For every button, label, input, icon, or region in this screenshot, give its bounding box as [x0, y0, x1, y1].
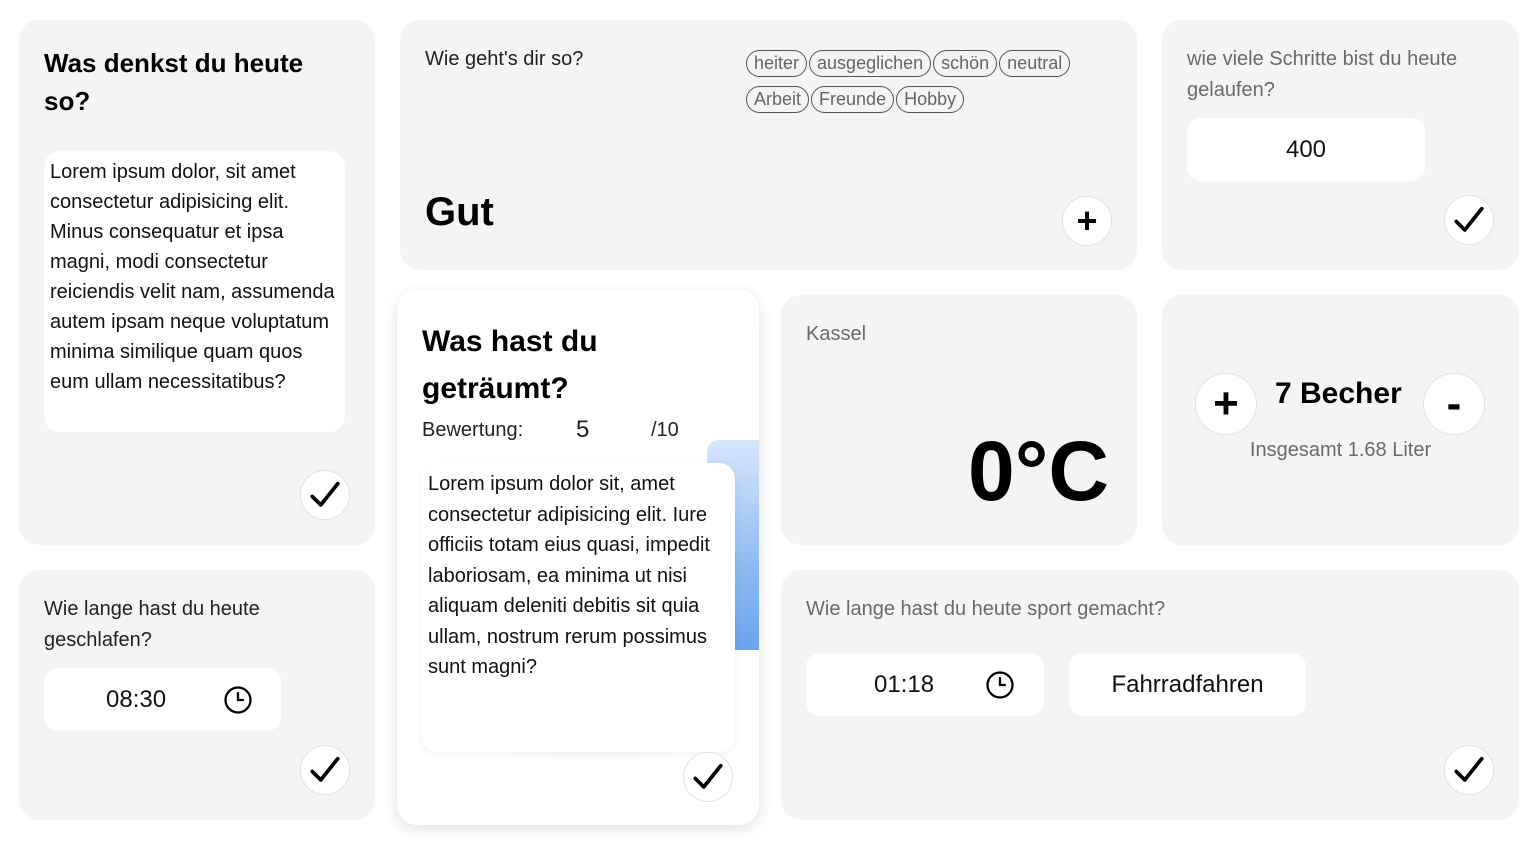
mood-tag-ausgeglichen[interactable]: ausgeglichen	[809, 50, 932, 77]
dream-title: Was hast du geträumt?	[422, 325, 598, 405]
check-icon	[310, 481, 340, 507]
mood-tag-arbeit[interactable]: Arbeit	[746, 86, 810, 113]
sport-time-value: 01:18	[874, 670, 935, 698]
mood-tag-hobby[interactable]: Hobby	[896, 86, 965, 113]
mood-question: Wie geht's dir so?	[425, 48, 584, 70]
water-add-button[interactable]: +	[1195, 373, 1257, 435]
thoughts-confirm-button[interactable]	[300, 470, 350, 520]
thoughts-card: Was denkst du heute so? Lorem ipsum dolo…	[19, 20, 375, 545]
dream-rating-label: Bewertung:	[422, 419, 524, 441]
dream-textarea[interactable]: Lorem ipsum dolor sit, amet consectetur …	[422, 463, 735, 752]
mood-tags: heiter ausgeglichen schön neutral Arbeit Freu…	[746, 50, 1126, 122]
minus-icon: -	[1446, 379, 1462, 428]
sleep-question: Wie lange hast du heute geschlafen?	[44, 598, 260, 651]
steps-question: wie viele Schritte bist du heute gelaufe…	[1187, 48, 1458, 101]
mood-value: Gut	[425, 190, 494, 234]
sleep-time-value: 08:30	[106, 685, 167, 713]
sport-card: Wie lange hast du heute sport gemacht? 0…	[781, 570, 1519, 820]
water-total: Insgesamt 1.68 Liter	[1249, 439, 1432, 461]
sport-question: Wie lange hast du heute sport gemacht?	[806, 598, 1166, 620]
sleep-confirm-button[interactable]	[300, 745, 350, 795]
mood-add-button[interactable]: +	[1062, 196, 1112, 246]
weather-temperature: 0°C	[968, 424, 1109, 518]
thoughts-title: Was denkst du heute so?	[44, 48, 304, 116]
clock-icon[interactable]	[223, 685, 253, 715]
steps-confirm-button[interactable]	[1444, 195, 1494, 245]
dream-card: Was hast du geträumt? Bewertung: 5 /10 L…	[397, 290, 759, 825]
clock-icon[interactable]	[985, 670, 1015, 700]
dream-rating-input[interactable]: 5	[576, 416, 589, 444]
plus-icon: +	[1076, 200, 1098, 241]
weather-city: Kassel	[806, 323, 867, 345]
mood-tag-neutral[interactable]: neutral	[999, 50, 1071, 77]
check-icon	[1454, 756, 1484, 782]
steps-card: wie viele Schritte bist du heute gelaufe…	[1162, 20, 1519, 270]
check-icon	[693, 763, 723, 789]
sport-activity-value: Fahrradfahren	[1111, 670, 1264, 698]
mood-tag-schoen[interactable]: schön	[933, 50, 998, 77]
sport-confirm-button[interactable]	[1444, 745, 1494, 795]
steps-value: 400	[1285, 135, 1327, 163]
plus-icon: +	[1213, 379, 1239, 428]
mood-tag-heiter[interactable]: heiter	[746, 50, 808, 77]
sleep-time-input[interactable]: 08:30	[44, 668, 281, 731]
check-icon	[1454, 206, 1484, 232]
mood-tag-freunde[interactable]: Freunde	[811, 86, 895, 113]
dream-confirm-button[interactable]	[683, 752, 733, 802]
water-card: + 7 Becher - Insgesamt 1.68 Liter	[1162, 295, 1519, 545]
sleep-card: Wie lange hast du heute geschlafen? 08:3…	[19, 570, 375, 820]
sport-time-input[interactable]: 01:18	[806, 653, 1044, 716]
dream-rating-max: /10	[651, 419, 679, 441]
steps-input[interactable]: 400	[1187, 118, 1425, 181]
sport-activity-input[interactable]: Fahrradfahren	[1069, 653, 1306, 716]
water-count: 7 Becher	[1275, 377, 1402, 410]
weather-card: Kassel 0°C	[781, 295, 1137, 545]
thoughts-textarea[interactable]: Lorem ipsum dolor, sit amet consectetur …	[44, 151, 345, 432]
water-remove-button[interactable]: -	[1423, 373, 1485, 435]
check-icon	[310, 756, 340, 782]
